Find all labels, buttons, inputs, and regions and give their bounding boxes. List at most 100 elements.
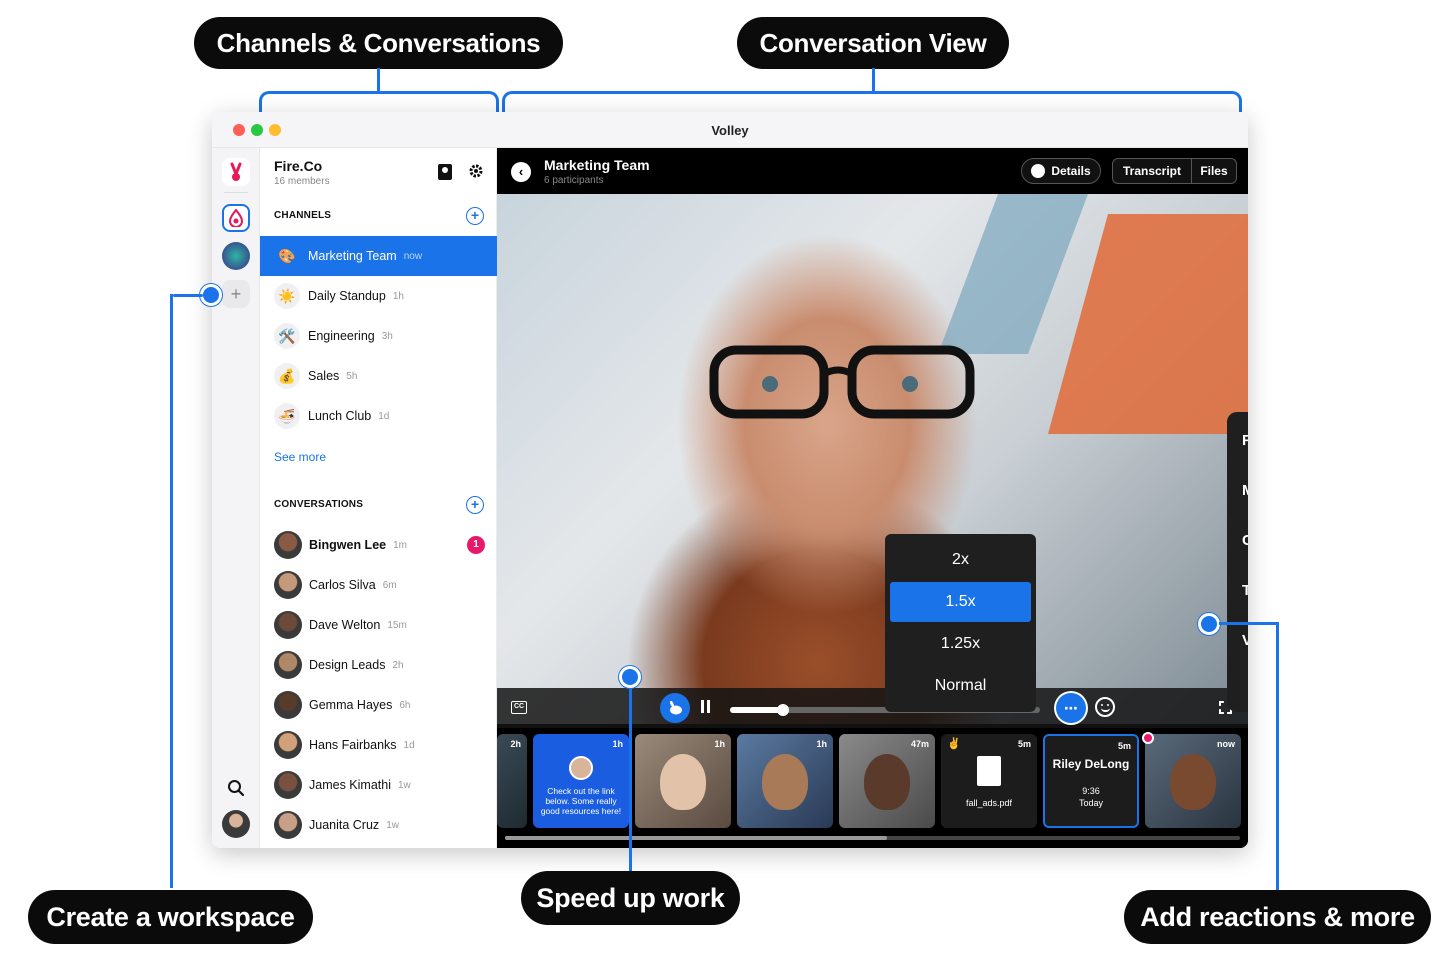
workspace-rail: + [212, 148, 260, 848]
thumbnail-scrollbar[interactable] [505, 836, 1240, 840]
avatar [274, 691, 302, 719]
rail-divider [224, 192, 248, 193]
channel-time: 1h [392, 290, 404, 302]
video-player[interactable] [497, 194, 1248, 724]
avatar [274, 651, 302, 679]
avatar [274, 571, 302, 599]
message-thumbnail[interactable]: 5m fall_ads.pdf ✌️ [941, 734, 1037, 828]
details-icon [1031, 164, 1046, 178]
conversation-time: 1m [393, 539, 407, 551]
conversation-view-callout: Conversation View [737, 17, 1009, 69]
conversation-item[interactable]: Gemma Hayes 6h [260, 685, 497, 725]
progress-handle[interactable] [776, 704, 789, 716]
file-name: fall_ads.pdf [965, 798, 1013, 808]
settings-gear-icon[interactable] [468, 163, 484, 184]
background-shape [938, 194, 1088, 354]
back-arrow-icon[interactable]: ‹ [511, 162, 531, 182]
closed-captions-button[interactable]: CC [511, 701, 527, 714]
menu-item-forward[interactable]: Forward [1227, 416, 1248, 466]
avatar [274, 771, 302, 799]
speed-option[interactable]: 1.25x [890, 624, 1031, 664]
message-thumbnail[interactable]: 1h Check out the link below. Some really … [533, 734, 629, 828]
see-more-link[interactable]: See more [274, 450, 326, 464]
recording-duration: 9:36 [1082, 786, 1100, 796]
app-logo-icon[interactable] [222, 158, 250, 186]
search-icon[interactable] [222, 774, 250, 802]
conversation-item[interactable]: Juanita Cruz 1w [260, 805, 497, 845]
add-reaction-icon[interactable] [1095, 697, 1115, 717]
reactions-callout-dot [1198, 613, 1220, 635]
window-title: Volley [711, 123, 749, 138]
user-avatar[interactable] [222, 810, 250, 838]
transcript-button[interactable]: Transcript [1112, 158, 1192, 184]
avatar [274, 611, 302, 639]
avatar [274, 811, 302, 839]
channel-label: Lunch Club [308, 409, 372, 423]
thumbnail-face [864, 754, 910, 810]
add-channel-button[interactable]: + [466, 207, 484, 225]
conversation-time: 1w [386, 819, 399, 831]
speed-callout-dot [619, 666, 641, 688]
message-thumbnail[interactable]: 1h [635, 734, 731, 828]
conversation-item[interactable]: Bingwen Lee 1m 1 [260, 525, 497, 565]
thumbnail-face [1170, 754, 1216, 810]
menu-item-mark-for-follow-up[interactable]: Mark for follow up [1227, 466, 1248, 516]
stage: Channels & Conversations Conversation Vi… [0, 0, 1456, 956]
speed-option[interactable]: 1.5x [890, 582, 1031, 622]
channel-time: 5h [346, 370, 358, 382]
channel-time: 3h [381, 330, 393, 342]
title-bar: Volley [212, 112, 1248, 148]
channel-label: Sales [308, 369, 340, 383]
channel-item[interactable]: 🍜 Lunch Club 1d [260, 396, 497, 436]
conversation-item[interactable]: Carlos Silva 6m [260, 565, 497, 605]
conversation-item[interactable]: James Kimathi 1w [260, 765, 497, 805]
add-conversation-button[interactable]: + [466, 496, 484, 514]
new-message-dot [1142, 732, 1154, 744]
message-thumbnail[interactable]: 1h [737, 734, 833, 828]
reaction-row: ✌️💯😂🙂🔥 [1241, 680, 1248, 708]
conversation-item[interactable]: Dave Welton 15m [260, 605, 497, 645]
thumbnail-face [762, 754, 808, 810]
conversation-label: James Kimathi [309, 778, 391, 792]
message-thumbnail[interactable]: 5m Riley DeLong 9:36 Today [1043, 734, 1139, 828]
message-thumbnail-strip: 2h 1h Check out the link below. Some reall… [497, 730, 1248, 848]
thumbnail-face [660, 754, 706, 810]
channel-item[interactable]: 🛠️ Engineering 3h [260, 316, 497, 356]
connector-line [872, 68, 875, 92]
playback-speed-button[interactable] [660, 693, 690, 723]
channel-time: 1d [378, 410, 390, 422]
video-subject-glasses [709, 345, 975, 419]
conversation-bracket [502, 91, 1242, 113]
menu-item-talk-to-cai[interactable]: Talk to Cai [1227, 566, 1248, 616]
thumbnail-text: Check out the link below. Some really go… [540, 786, 622, 816]
channel-item[interactable]: 💰 Sales 5h [260, 356, 497, 396]
reaction-emoji[interactable]: ✌️ [1241, 682, 1248, 707]
connector-line [173, 294, 203, 297]
speed-option[interactable]: 2x [890, 540, 1031, 580]
message-thumbnail[interactable]: now [1145, 734, 1241, 828]
workspace-globe-icon[interactable] [222, 242, 250, 270]
details-button[interactable]: Details [1021, 158, 1101, 184]
conversation-time: 6m [382, 579, 397, 591]
menu-item-copy-public-link[interactable]: Copy public link [1227, 516, 1248, 566]
contacts-icon[interactable] [438, 164, 452, 180]
message-thumbnail[interactable]: 47m [839, 734, 935, 828]
thumbnail-time: 2h [510, 739, 521, 749]
conversation-time: 6h [399, 699, 411, 711]
add-workspace-button[interactable]: + [222, 280, 250, 308]
workspace-fireco-icon[interactable] [222, 204, 250, 232]
workspace-name: Fire.Co [274, 158, 323, 174]
message-thumbnail[interactable]: 2h [497, 734, 527, 828]
conversation-item[interactable]: Hans Fairbanks 1d [260, 725, 497, 765]
more-options-button[interactable]: ⋯ [1056, 693, 1086, 723]
workspace-members: 16 members [274, 176, 330, 187]
files-button[interactable]: Files [1191, 158, 1237, 184]
scrollbar-thumb[interactable] [505, 836, 888, 840]
conversation-item[interactable]: Design Leads 2h [260, 645, 497, 685]
recording-day: Today [1078, 798, 1104, 808]
speed-option[interactable]: Normal [890, 666, 1031, 706]
workspace-callout: Create a workspace [28, 890, 313, 944]
channel-item[interactable]: 🎨 Marketing Team now [260, 236, 497, 276]
channel-item[interactable]: ☀️ Daily Standup 1h [260, 276, 497, 316]
connector-line [170, 294, 173, 888]
